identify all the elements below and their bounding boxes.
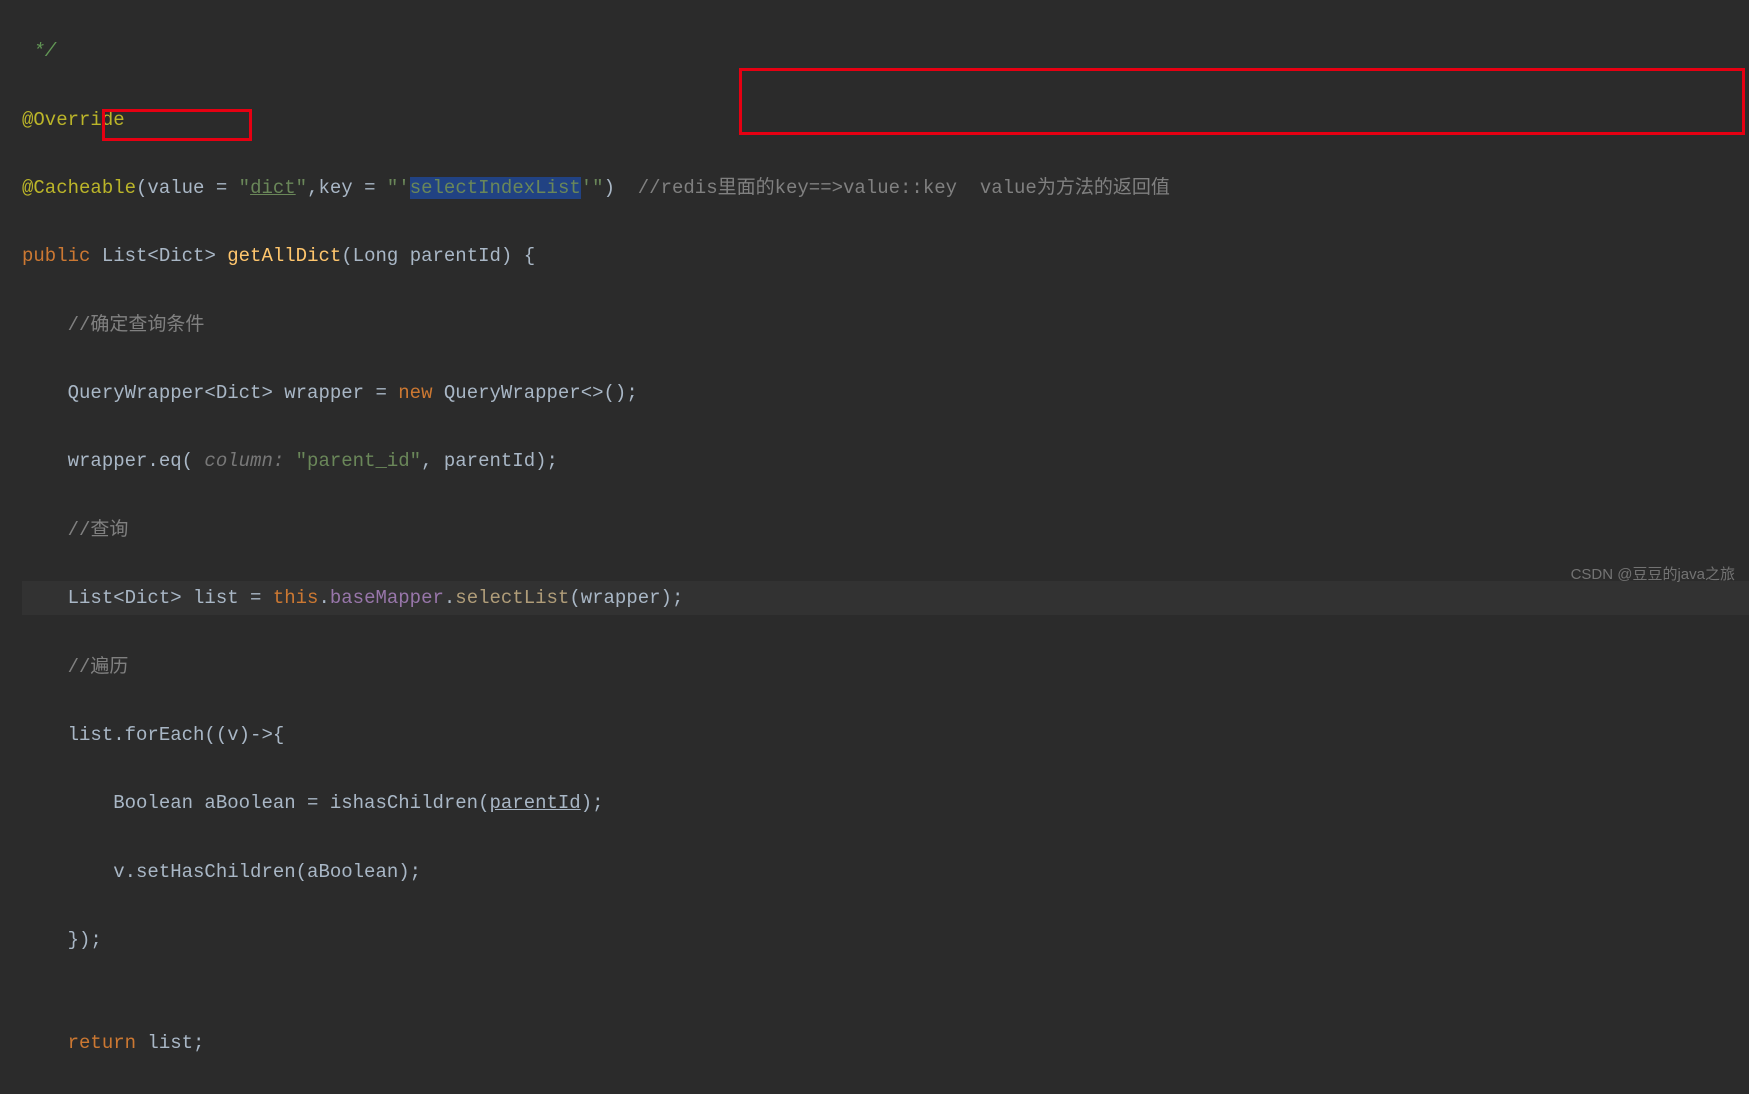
code-text: (value = <box>136 177 239 199</box>
code-text: Boolean aBoolean = ishasChildren( <box>22 792 489 814</box>
string-selectindex: selectIndexList <box>410 177 581 199</box>
code-text: wrapper.eq( <box>22 450 193 472</box>
keyword-public: public <box>22 245 102 267</box>
comment-cn3: //遍历 <box>22 656 128 678</box>
param-hint: column: <box>193 450 296 472</box>
code-text: QueryWrapper<Dict> wrapper = <box>22 382 398 404</box>
code-editor[interactable]: */ @Override @Cacheable(value = "dict",k… <box>0 0 1749 1094</box>
code-text: list.forEach((v)->{ <box>22 724 284 746</box>
code-text: (wrapper); <box>569 587 683 609</box>
code-text: , parentId); <box>421 450 558 472</box>
param-parentid: parentId <box>489 792 580 814</box>
method-name: getAllDict <box>227 245 341 267</box>
comment-cn1: //确定查询条件 <box>22 314 204 336</box>
string-dict: dict <box>250 177 296 199</box>
keyword-return: return <box>68 1032 136 1054</box>
string-parentid: "parent_id" <box>296 450 421 472</box>
dot: . <box>444 587 455 609</box>
code-text: QueryWrapper<>(); <box>432 382 637 404</box>
code-text: List<Dict> list = <box>22 587 273 609</box>
code-text: ,key = <box>307 177 387 199</box>
method-params: (Long parentId) { <box>341 245 535 267</box>
code-text: list; <box>136 1032 204 1054</box>
code-text: v.setHasChildren(aBoolean); <box>22 861 421 883</box>
comment-cn2: //查询 <box>22 519 128 541</box>
code-text: }); <box>22 929 102 951</box>
keyword-this: this <box>273 587 319 609</box>
annotation-cacheable: @Cacheable <box>22 177 136 199</box>
method-selectlist: selectList <box>455 587 569 609</box>
code-text: ) <box>604 177 638 199</box>
string-quote: " <box>239 177 250 199</box>
string-quote: "' <box>387 177 410 199</box>
string-quote: '" <box>581 177 604 199</box>
code-text: ); <box>581 792 604 814</box>
indent <box>22 1032 68 1054</box>
string-quote: " <box>296 177 307 199</box>
keyword-new: new <box>398 382 432 404</box>
watermark: CSDN @豆豆的java之旅 <box>1571 561 1735 588</box>
comment-close: */ <box>22 40 56 62</box>
annotation-override: @Override <box>22 109 125 131</box>
dot: . <box>318 587 329 609</box>
return-type: List<Dict> <box>102 245 227 267</box>
comment-redis: //redis里面的key==>value::key value为方法的返回值 <box>638 177 1170 199</box>
field-basemapper: baseMapper <box>330 587 444 609</box>
